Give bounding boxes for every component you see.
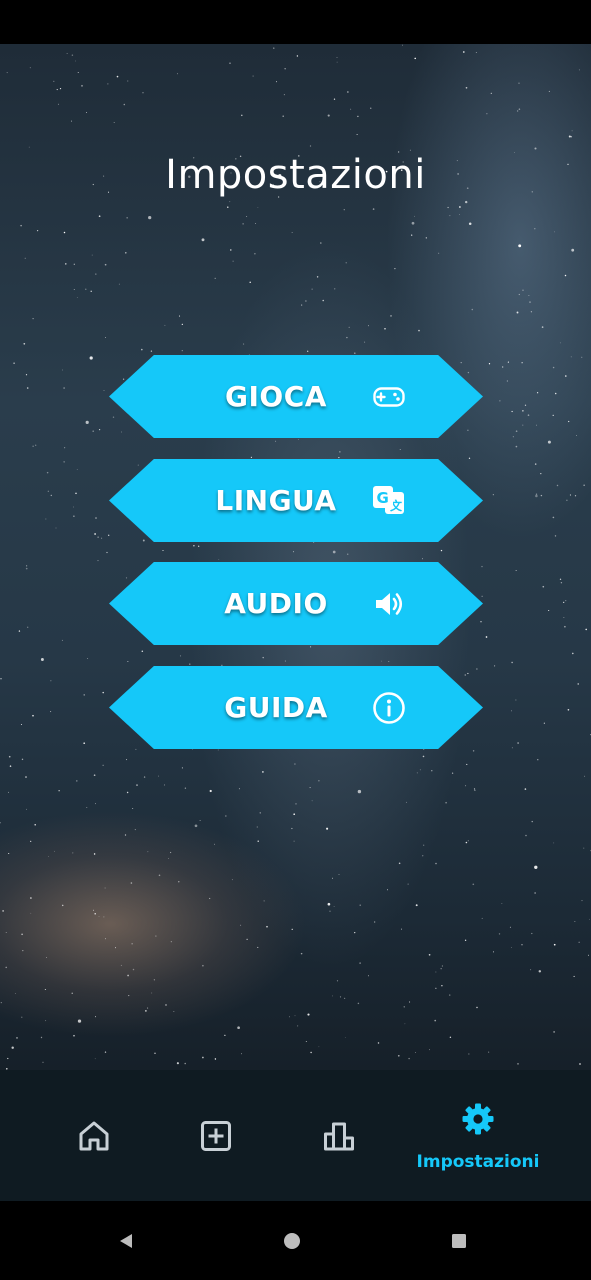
translate-icon: 文 G xyxy=(373,486,404,514)
nav-settings[interactable]: Impostazioni xyxy=(414,1070,542,1201)
page-title: Impostazioni xyxy=(165,152,426,198)
nav-add[interactable] xyxy=(162,1070,270,1201)
bottom-navigation: Impostazioni xyxy=(0,1070,591,1201)
add-box-icon xyxy=(201,1121,231,1151)
starfield-background: Impostazioni GIOCA LINGUA 文 G AUDIO GUID… xyxy=(0,44,591,1070)
play-button[interactable]: GIOCA xyxy=(109,355,483,438)
gamepad-icon xyxy=(373,387,405,407)
volume-icon xyxy=(376,593,403,615)
gear-icon xyxy=(462,1103,494,1135)
home-icon xyxy=(79,1121,109,1151)
status-bar xyxy=(0,0,591,44)
audio-button[interactable]: AUDIO xyxy=(109,562,483,645)
settings-screen: Impostazioni GIOCA LINGUA 文 G AUDIO GUID… xyxy=(0,0,591,1280)
nav-leaderboard[interactable] xyxy=(285,1070,393,1201)
guide-button[interactable]: GUIDA xyxy=(109,666,483,749)
home-circle-icon[interactable] xyxy=(283,1232,301,1250)
info-icon xyxy=(373,692,405,724)
nav-home[interactable] xyxy=(40,1070,148,1201)
svg-text:G: G xyxy=(377,489,389,507)
leaderboard-icon xyxy=(324,1122,354,1151)
back-icon[interactable] xyxy=(117,1232,135,1250)
guide-button-label: GUIDA xyxy=(224,691,328,724)
system-navigation-bar xyxy=(0,1201,591,1280)
recents-icon[interactable] xyxy=(451,1233,467,1249)
language-button-label: LINGUA xyxy=(215,484,337,517)
language-button[interactable]: LINGUA 文 G xyxy=(109,459,483,542)
nav-settings-label: Impostazioni xyxy=(416,1152,540,1172)
audio-button-label: AUDIO xyxy=(224,587,328,620)
play-button-label: GIOCA xyxy=(225,380,327,413)
